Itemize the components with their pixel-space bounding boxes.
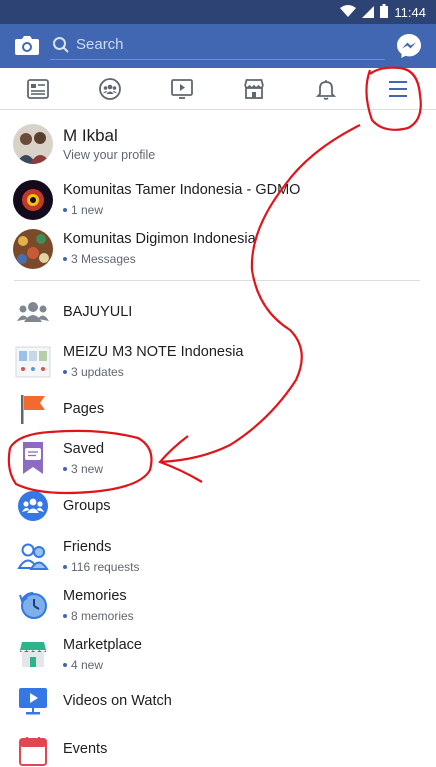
status-time: 11:44 xyxy=(394,5,426,20)
group-avatar xyxy=(13,229,53,269)
memories-clock-icon xyxy=(14,586,52,624)
divider xyxy=(14,280,420,281)
profile-row[interactable]: M Ikbal View your profile xyxy=(0,122,436,170)
tab-news-feed[interactable] xyxy=(16,74,60,104)
shortcut-meizu[interactable]: MEIZU M3 NOTE Indonesia 3 updates xyxy=(0,340,436,384)
shortcut-badge: 116 requests xyxy=(63,560,140,574)
group-title: Komunitas Digimon Indonesia xyxy=(63,231,256,247)
profile-subtitle: View your profile xyxy=(63,148,156,162)
shortcut-badge: 3 updates xyxy=(63,365,124,379)
shortcut-saved[interactable]: Saved 3 new xyxy=(0,437,436,481)
group-badge: 1 new xyxy=(63,203,103,217)
profile-name: M Ikbal xyxy=(63,126,118,145)
groups-icon xyxy=(14,487,52,525)
shortcut-title: Groups xyxy=(63,498,111,514)
group-avatar xyxy=(13,180,53,220)
groups-icon xyxy=(99,78,121,100)
friends-icon xyxy=(14,537,52,575)
group-row[interactable]: Komunitas Digimon Indonesia 3 Messages xyxy=(0,227,436,271)
shortcut-memories[interactable]: Memories 8 memories xyxy=(0,584,436,628)
tab-watch[interactable] xyxy=(160,74,204,104)
shortcut-friends[interactable]: Friends 116 requests xyxy=(0,535,436,579)
shortcut-marketplace[interactable]: Marketplace 4 new xyxy=(0,633,436,677)
battery-icon xyxy=(380,4,389,21)
people-icon xyxy=(14,293,52,331)
shortcut-title: Pages xyxy=(63,401,105,417)
group-badge: 3 Messages xyxy=(63,252,136,266)
marketplace-store-icon xyxy=(14,635,52,673)
wifi-icon xyxy=(340,4,357,21)
messenger-icon[interactable] xyxy=(396,33,422,59)
flag-icon xyxy=(14,390,52,428)
shortcut-title: BAJUYULI xyxy=(63,304,133,320)
tab-notifications[interactable] xyxy=(304,74,348,104)
shortcut-title: MEIZU M3 NOTE Indonesia xyxy=(63,344,244,360)
search-icon xyxy=(52,36,70,54)
news-feed-icon xyxy=(27,79,49,99)
menu-icon xyxy=(389,81,407,97)
search-input[interactable]: Search xyxy=(76,36,124,53)
tab-menu[interactable] xyxy=(376,74,420,104)
shortcut-badge: 8 memories xyxy=(63,609,134,623)
status-bar: 11:44 xyxy=(0,0,436,24)
tab-marketplace[interactable] xyxy=(232,74,276,104)
saved-bookmark-icon xyxy=(14,439,52,477)
shortcut-videos-on-watch[interactable]: Videos on Watch xyxy=(0,682,436,722)
tab-bar xyxy=(0,68,436,110)
shortcut-badge: 3 new xyxy=(63,462,103,476)
watch-video-icon xyxy=(14,682,52,720)
shortcut-title: Events xyxy=(63,741,108,757)
shortcut-title: Friends xyxy=(63,539,112,555)
shortcut-badge: 4 new xyxy=(63,658,103,672)
bell-icon xyxy=(315,80,337,100)
app-bar: Search xyxy=(0,24,436,68)
shortcut-title: Saved xyxy=(63,441,105,457)
shortcut-title: Memories xyxy=(63,588,127,604)
shortcut-pages[interactable]: Pages xyxy=(0,390,436,430)
shortcut-groups[interactable]: Groups xyxy=(0,487,436,527)
camera-icon[interactable] xyxy=(14,34,40,56)
marketplace-icon xyxy=(244,79,264,99)
shortcut-bajuyuli[interactable]: BAJUYULI xyxy=(0,293,436,333)
profile-avatar xyxy=(13,124,53,164)
calendar-icon xyxy=(14,732,52,767)
signal-icon xyxy=(362,5,375,21)
group-thumbnail-icon xyxy=(14,343,52,381)
group-title: Komunitas Tamer Indonesia - GDMO xyxy=(63,182,301,198)
tab-groups[interactable] xyxy=(88,74,132,104)
search-bar[interactable]: Search xyxy=(50,32,385,60)
watch-icon xyxy=(171,79,193,99)
group-row[interactable]: Komunitas Tamer Indonesia - GDMO 1 new xyxy=(0,178,436,222)
shortcut-title: Marketplace xyxy=(63,637,142,653)
shortcut-title: Videos on Watch xyxy=(63,693,172,709)
shortcut-events[interactable]: Events xyxy=(0,730,436,767)
